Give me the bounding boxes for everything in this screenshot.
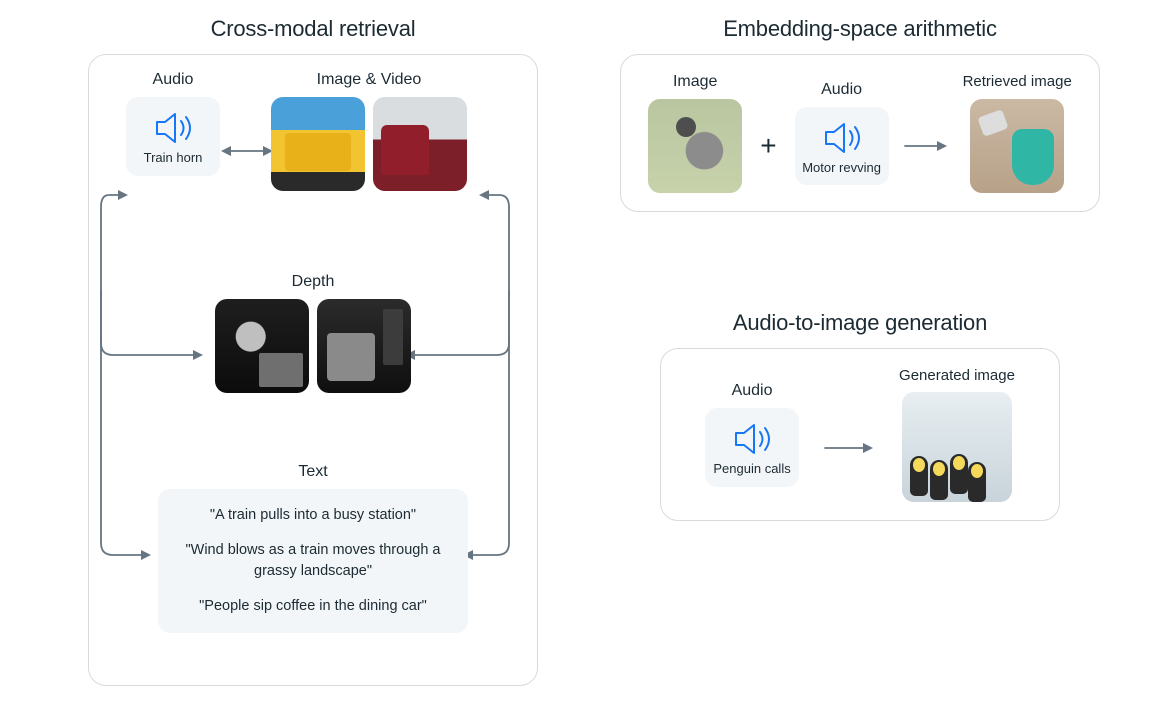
arith-image-label: Image	[673, 73, 717, 91]
depth-label: Depth	[292, 273, 335, 291]
audio-caption: Train horn	[144, 151, 203, 166]
arrow-right-icon	[823, 436, 875, 460]
audio-tile-motor: Motor revving	[795, 107, 889, 186]
a2i-generated-column: Generated image	[899, 367, 1015, 502]
speaker-icon	[820, 121, 864, 155]
speaker-icon	[730, 422, 774, 456]
image-tile-red-train	[373, 97, 467, 191]
text-examples-block: "A train pulls into a busy station" "Win…	[158, 489, 468, 633]
a2i-generated-label: Generated image	[899, 367, 1015, 384]
image-tile-yellow-train	[271, 97, 365, 191]
image-tile-pigeon	[648, 99, 742, 193]
embedding-arithmetic-panel: Image + Audio Motor revving	[620, 54, 1100, 212]
audio-label: Audio	[153, 71, 194, 89]
text-column: Text "A train pulls into a busy station"…	[89, 463, 537, 633]
cross-modal-panel: Audio Train horn Image & Video	[88, 54, 538, 686]
image-video-label: Image & Video	[317, 71, 422, 89]
text-label: Text	[298, 463, 327, 481]
depth-column: Depth	[89, 273, 537, 393]
arith-image-column: Image	[648, 73, 742, 193]
depth-tile-1	[215, 299, 309, 393]
depth-tile-2	[317, 299, 411, 393]
image-video-column: Image & Video	[271, 71, 467, 191]
text-quote-3: "People sip coffee in the dining car"	[199, 596, 427, 617]
text-quote-1: "A train pulls into a busy station"	[210, 505, 416, 526]
arith-audio-column: Audio Motor revving	[795, 81, 889, 186]
a2i-audio-caption: Penguin calls	[713, 462, 790, 477]
audio-column: Audio Train horn	[123, 71, 223, 176]
arith-retrieved-column: Retrieved image	[963, 73, 1072, 193]
embedding-arithmetic-title: Embedding-space arithmetic	[620, 16, 1100, 42]
audio-to-image-title: Audio-to-image generation	[660, 310, 1060, 336]
embedding-arithmetic-group: Embedding-space arithmetic Image + Audio…	[620, 16, 1100, 212]
audio-to-image-group: Audio-to-image generation Audio Penguin …	[660, 310, 1060, 521]
arrow-right-icon	[903, 134, 949, 158]
cross-modal-retrieval-group: Cross-modal retrieval Audio	[88, 16, 538, 686]
arith-audio-label: Audio	[821, 81, 862, 99]
audio-tile-penguin: Penguin calls	[705, 408, 799, 487]
plus-icon: +	[756, 132, 780, 160]
image-tile-generated-penguins	[902, 392, 1012, 502]
a2i-audio-label: Audio	[732, 382, 773, 400]
audio-tile-train-horn: Train horn	[126, 97, 220, 176]
speaker-icon	[151, 111, 195, 145]
text-quote-2: "Wind blows as a train moves through a g…	[178, 540, 448, 582]
arith-retrieved-label: Retrieved image	[963, 73, 1072, 91]
image-tile-retrieved-scooter-birds	[970, 99, 1064, 193]
arith-audio-caption: Motor revving	[802, 161, 881, 176]
audio-to-image-panel: Audio Penguin calls Generated image	[660, 348, 1060, 521]
cross-modal-title: Cross-modal retrieval	[88, 16, 538, 42]
a2i-audio-column: Audio Penguin calls	[705, 382, 799, 487]
